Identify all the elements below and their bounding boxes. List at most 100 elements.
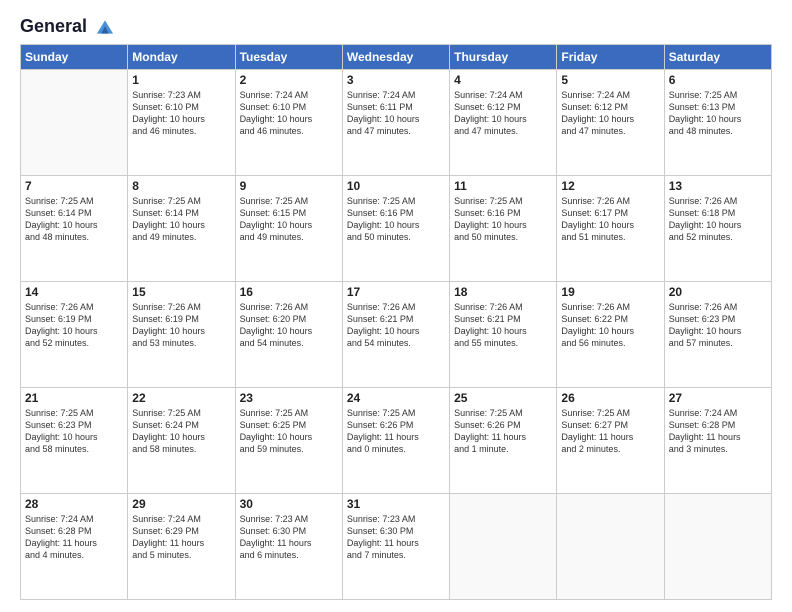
- day-info: Sunrise: 7:25 AM Sunset: 6:26 PM Dayligh…: [454, 407, 552, 456]
- calendar-cell: 19 Sunrise: 7:26 AM Sunset: 6:22 PM Dayli…: [557, 282, 664, 388]
- page: General SundayMondayTuesdayWednesdayThur…: [0, 0, 792, 612]
- calendar-cell: [664, 494, 771, 600]
- calendar-cell: 22 Sunrise: 7:25 AM Sunset: 6:24 PM Dayli…: [128, 388, 235, 494]
- day-info: Sunrise: 7:26 AM Sunset: 6:21 PM Dayligh…: [347, 301, 445, 350]
- calendar-cell: 7 Sunrise: 7:25 AM Sunset: 6:14 PM Daylig…: [21, 176, 128, 282]
- day-number: 28: [25, 497, 123, 511]
- day-number: 13: [669, 179, 767, 193]
- day-info: Sunrise: 7:26 AM Sunset: 6:22 PM Dayligh…: [561, 301, 659, 350]
- header: General: [20, 16, 772, 36]
- day-info: Sunrise: 7:26 AM Sunset: 6:17 PM Dayligh…: [561, 195, 659, 244]
- day-info: Sunrise: 7:23 AM Sunset: 6:30 PM Dayligh…: [347, 513, 445, 562]
- day-number: 18: [454, 285, 552, 299]
- calendar-header-sunday: Sunday: [21, 45, 128, 70]
- calendar-cell: 20 Sunrise: 7:26 AM Sunset: 6:23 PM Dayli…: [664, 282, 771, 388]
- day-number: 9: [240, 179, 338, 193]
- calendar-cell: 23 Sunrise: 7:25 AM Sunset: 6:25 PM Dayli…: [235, 388, 342, 494]
- calendar-cell: 21 Sunrise: 7:25 AM Sunset: 6:23 PM Dayli…: [21, 388, 128, 494]
- day-info: Sunrise: 7:24 AM Sunset: 6:12 PM Dayligh…: [561, 89, 659, 138]
- calendar-cell: [450, 494, 557, 600]
- day-info: Sunrise: 7:26 AM Sunset: 6:23 PM Dayligh…: [669, 301, 767, 350]
- calendar-cell: 13 Sunrise: 7:26 AM Sunset: 6:18 PM Dayli…: [664, 176, 771, 282]
- day-number: 4: [454, 73, 552, 87]
- calendar-cell: 11 Sunrise: 7:25 AM Sunset: 6:16 PM Dayli…: [450, 176, 557, 282]
- day-number: 26: [561, 391, 659, 405]
- day-number: 8: [132, 179, 230, 193]
- day-info: Sunrise: 7:23 AM Sunset: 6:10 PM Dayligh…: [132, 89, 230, 138]
- day-info: Sunrise: 7:24 AM Sunset: 6:28 PM Dayligh…: [25, 513, 123, 562]
- day-number: 25: [454, 391, 552, 405]
- day-info: Sunrise: 7:26 AM Sunset: 6:21 PM Dayligh…: [454, 301, 552, 350]
- calendar-cell: 3Sunrise: 7:24 AM Sunset: 6:11 PM Daylig…: [342, 70, 449, 176]
- calendar-cell: 18 Sunrise: 7:26 AM Sunset: 6:21 PM Dayli…: [450, 282, 557, 388]
- day-number: 22: [132, 391, 230, 405]
- day-info: Sunrise: 7:26 AM Sunset: 6:18 PM Dayligh…: [669, 195, 767, 244]
- calendar-header-wednesday: Wednesday: [342, 45, 449, 70]
- day-number: 17: [347, 285, 445, 299]
- day-number: 21: [25, 391, 123, 405]
- day-number: 7: [25, 179, 123, 193]
- calendar-cell: 24 Sunrise: 7:25 AM Sunset: 6:26 PM Dayli…: [342, 388, 449, 494]
- calendar-cell: 26 Sunrise: 7:25 AM Sunset: 6:27 PM Dayli…: [557, 388, 664, 494]
- calendar-cell: 25 Sunrise: 7:25 AM Sunset: 6:26 PM Dayli…: [450, 388, 557, 494]
- calendar-week-5: 28 Sunrise: 7:24 AM Sunset: 6:28 PM Dayli…: [21, 494, 772, 600]
- day-number: 24: [347, 391, 445, 405]
- day-info: Sunrise: 7:25 AM Sunset: 6:27 PM Dayligh…: [561, 407, 659, 456]
- day-number: 29: [132, 497, 230, 511]
- day-number: 15: [132, 285, 230, 299]
- day-number: 20: [669, 285, 767, 299]
- calendar-cell: 6Sunrise: 7:25 AM Sunset: 6:13 PM Daylig…: [664, 70, 771, 176]
- calendar-cell: 14Sunrise: 7:26 AM Sunset: 6:19 PM Dayli…: [21, 282, 128, 388]
- calendar-cell: 9 Sunrise: 7:25 AM Sunset: 6:15 PM Daylig…: [235, 176, 342, 282]
- day-info: Sunrise: 7:25 AM Sunset: 6:23 PM Dayligh…: [25, 407, 123, 456]
- calendar-week-3: 14Sunrise: 7:26 AM Sunset: 6:19 PM Dayli…: [21, 282, 772, 388]
- calendar-cell: 28 Sunrise: 7:24 AM Sunset: 6:28 PM Dayli…: [21, 494, 128, 600]
- day-number: 16: [240, 285, 338, 299]
- calendar-cell: 10 Sunrise: 7:25 AM Sunset: 6:16 PM Dayli…: [342, 176, 449, 282]
- calendar-header-thursday: Thursday: [450, 45, 557, 70]
- day-number: 2: [240, 73, 338, 87]
- day-number: 30: [240, 497, 338, 511]
- day-info: Sunrise: 7:25 AM Sunset: 6:13 PM Dayligh…: [669, 89, 767, 138]
- day-info: Sunrise: 7:24 AM Sunset: 6:29 PM Dayligh…: [132, 513, 230, 562]
- day-info: Sunrise: 7:23 AM Sunset: 6:30 PM Dayligh…: [240, 513, 338, 562]
- calendar-cell: 12 Sunrise: 7:26 AM Sunset: 6:17 PM Dayli…: [557, 176, 664, 282]
- calendar-cell: 16 Sunrise: 7:26 AM Sunset: 6:20 PM Dayli…: [235, 282, 342, 388]
- calendar-cell: 15Sunrise: 7:26 AM Sunset: 6:19 PM Dayli…: [128, 282, 235, 388]
- day-number: 1: [132, 73, 230, 87]
- day-number: 31: [347, 497, 445, 511]
- calendar-cell: 29 Sunrise: 7:24 AM Sunset: 6:29 PM Dayli…: [128, 494, 235, 600]
- day-info: Sunrise: 7:26 AM Sunset: 6:19 PM Dayligh…: [25, 301, 123, 350]
- calendar-cell: [21, 70, 128, 176]
- calendar-cell: 30 Sunrise: 7:23 AM Sunset: 6:30 PM Dayli…: [235, 494, 342, 600]
- calendar-cell: 31 Sunrise: 7:23 AM Sunset: 6:30 PM Dayli…: [342, 494, 449, 600]
- day-info: Sunrise: 7:25 AM Sunset: 6:16 PM Dayligh…: [347, 195, 445, 244]
- day-number: 23: [240, 391, 338, 405]
- calendar-header-monday: Monday: [128, 45, 235, 70]
- logo: General: [20, 16, 116, 36]
- calendar-cell: 1 Sunrise: 7:23 AM Sunset: 6:10 PM Daylig…: [128, 70, 235, 176]
- day-number: 10: [347, 179, 445, 193]
- calendar-week-4: 21 Sunrise: 7:25 AM Sunset: 6:23 PM Dayli…: [21, 388, 772, 494]
- calendar-cell: 5Sunrise: 7:24 AM Sunset: 6:12 PM Daylig…: [557, 70, 664, 176]
- logo-icon: [94, 16, 116, 38]
- day-info: Sunrise: 7:25 AM Sunset: 6:24 PM Dayligh…: [132, 407, 230, 456]
- calendar-cell: 17 Sunrise: 7:26 AM Sunset: 6:21 PM Dayli…: [342, 282, 449, 388]
- day-number: 11: [454, 179, 552, 193]
- calendar-header-tuesday: Tuesday: [235, 45, 342, 70]
- day-info: Sunrise: 7:25 AM Sunset: 6:25 PM Dayligh…: [240, 407, 338, 456]
- calendar-cell: 8 Sunrise: 7:25 AM Sunset: 6:14 PM Daylig…: [128, 176, 235, 282]
- calendar-table: SundayMondayTuesdayWednesdayThursdayFrid…: [20, 44, 772, 600]
- day-info: Sunrise: 7:24 AM Sunset: 6:12 PM Dayligh…: [454, 89, 552, 138]
- day-info: Sunrise: 7:26 AM Sunset: 6:20 PM Dayligh…: [240, 301, 338, 350]
- day-info: Sunrise: 7:25 AM Sunset: 6:15 PM Dayligh…: [240, 195, 338, 244]
- calendar-header-friday: Friday: [557, 45, 664, 70]
- day-info: Sunrise: 7:25 AM Sunset: 6:14 PM Dayligh…: [132, 195, 230, 244]
- day-info: Sunrise: 7:25 AM Sunset: 6:26 PM Dayligh…: [347, 407, 445, 456]
- calendar-cell: 2Sunrise: 7:24 AM Sunset: 6:10 PM Daylig…: [235, 70, 342, 176]
- day-info: Sunrise: 7:24 AM Sunset: 6:28 PM Dayligh…: [669, 407, 767, 456]
- day-number: 12: [561, 179, 659, 193]
- day-info: Sunrise: 7:25 AM Sunset: 6:14 PM Dayligh…: [25, 195, 123, 244]
- day-info: Sunrise: 7:25 AM Sunset: 6:16 PM Dayligh…: [454, 195, 552, 244]
- day-number: 19: [561, 285, 659, 299]
